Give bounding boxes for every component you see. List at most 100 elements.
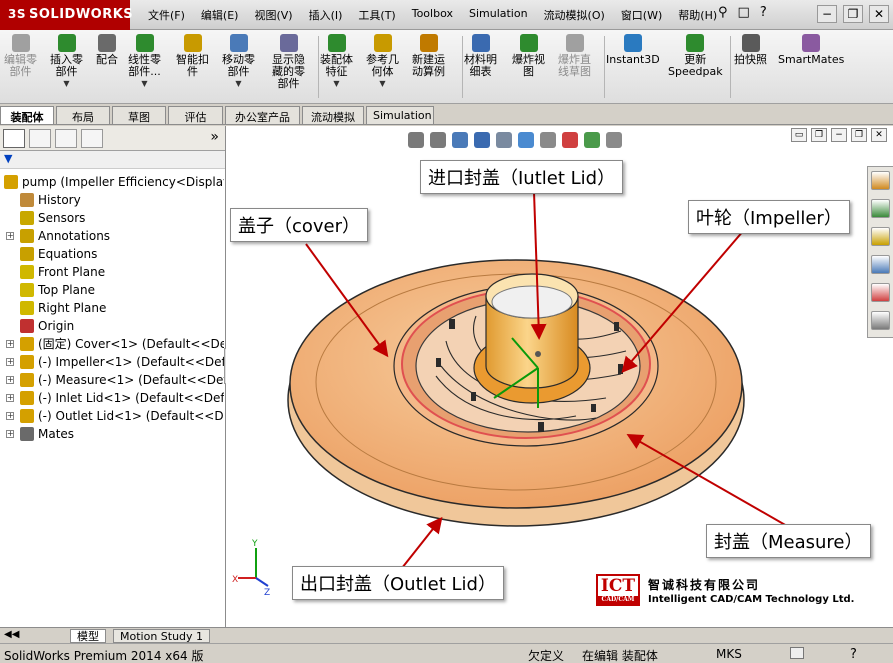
close-button[interactable]: ✕ xyxy=(869,5,889,23)
minimize-button[interactable]: − xyxy=(817,5,837,23)
tree-item[interactable]: Front Plane xyxy=(0,263,224,281)
tab-5[interactable]: 流动模拟 xyxy=(302,106,364,124)
help-icon[interactable]: ? xyxy=(760,5,767,20)
expand-icon[interactable]: + xyxy=(6,394,14,402)
restore-button[interactable]: ❐ xyxy=(843,5,863,23)
close-view-button[interactable]: ✕ xyxy=(871,128,887,142)
dropdown-arrow-icon[interactable]: ▼ xyxy=(320,78,353,90)
tree-item[interactable]: + (固定) Cover<1> (Default<<Default>_Displ xyxy=(0,335,224,353)
new-motion-study-button[interactable]: 新建运 动算例 xyxy=(412,34,445,78)
view-palette-icon[interactable] xyxy=(871,255,890,274)
show-hidden-button[interactable]: 显示隐 藏的零 部件 xyxy=(272,34,305,90)
view-settings-icon[interactable] xyxy=(606,132,622,148)
expand-icon[interactable]: + xyxy=(6,340,14,348)
zoom-to-fit-icon[interactable] xyxy=(408,132,424,148)
tree-item[interactable]: History xyxy=(0,191,224,209)
property-manager-tab-icon[interactable] xyxy=(29,129,51,148)
zoom-area-icon[interactable] xyxy=(430,132,446,148)
tree-item[interactable]: Top Plane xyxy=(0,281,224,299)
menu-toolbox[interactable]: Toolbox xyxy=(404,7,461,23)
solidworks-resources-icon[interactable] xyxy=(871,171,890,190)
menu-flow-simulation[interactable]: 流动模拟(O) xyxy=(536,7,613,23)
tree-item[interactable]: Right Plane xyxy=(0,299,224,317)
tab-4[interactable]: 办公室产品 xyxy=(225,106,300,124)
smart-fasteners-button[interactable]: 智能扣 件 xyxy=(176,34,209,78)
solidworks-logo[interactable]: 3S SOLIDWORKS xyxy=(0,0,133,30)
tree-item[interactable]: Origin xyxy=(0,317,224,335)
tab-2[interactable]: 草图 xyxy=(112,106,166,124)
tree-item[interactable]: + Annotations xyxy=(0,227,224,245)
reference-geometry-button[interactable]: 参考几 何体 ▼ xyxy=(366,34,399,90)
insert-component-button[interactable]: 插入零 部件 ▼ xyxy=(50,34,83,90)
hide-show-icon[interactable] xyxy=(540,132,556,148)
restore-view-button[interactable]: ❐ xyxy=(851,128,867,142)
pin-icon[interactable]: ⚲ xyxy=(718,5,728,20)
appearance-manager-tab-icon[interactable] xyxy=(81,129,103,148)
tab-0[interactable]: 装配体 xyxy=(0,106,54,124)
move-component-button[interactable]: 移动零 部件 ▼ xyxy=(222,34,255,90)
custom-properties-icon[interactable] xyxy=(871,311,890,330)
snapshot-button[interactable]: 拍快照 xyxy=(734,34,767,66)
expand-icon[interactable]: + xyxy=(6,232,14,240)
menu-view[interactable]: 视图(V) xyxy=(246,7,300,23)
expand-icon[interactable]: + xyxy=(6,412,14,420)
dropdown-arrow-icon[interactable]: ▼ xyxy=(366,78,399,90)
instant3d-button[interactable]: Instant3D xyxy=(606,34,660,66)
design-library-icon[interactable] xyxy=(871,199,890,218)
tree-filter[interactable]: ▼ xyxy=(0,151,225,169)
smartmates-button[interactable]: SmartMates xyxy=(778,34,844,66)
menu-file[interactable]: 文件(F) xyxy=(140,7,193,23)
tab-6[interactable]: Simulation xyxy=(366,106,434,124)
explode-line-sketch-button[interactable]: 爆炸直 线草图 xyxy=(558,34,591,78)
tree-item[interactable]: + Mates xyxy=(0,425,224,443)
menu-window[interactable]: 窗口(W) xyxy=(613,7,670,23)
edit-component-button[interactable]: 编辑零 部件 xyxy=(4,34,37,78)
split-view-icon[interactable]: ▭ xyxy=(791,128,807,142)
menu-tools[interactable]: 工具(T) xyxy=(350,7,403,23)
status-units[interactable]: MKS xyxy=(716,647,742,661)
expand-icon[interactable]: + xyxy=(6,358,14,366)
tree-item[interactable]: Equations xyxy=(0,245,224,263)
view-orientation-icon[interactable] xyxy=(496,132,512,148)
expand-icon[interactable]: + xyxy=(6,430,14,438)
menu-help[interactable]: 帮助(H) xyxy=(670,7,725,23)
dropdown-arrow-icon[interactable]: ▼ xyxy=(128,78,161,90)
tree-item[interactable]: Sensors xyxy=(0,209,224,227)
mate-button[interactable]: 配合 xyxy=(96,34,118,66)
bom-button[interactable]: 材料明 细表 xyxy=(464,34,497,78)
graphics-area[interactable]: ▭ ❐ − ❐ ✕ 进口封盖（Iutlet Lid） 叶轮（Impeller） 盖子（c… xyxy=(226,126,893,627)
rebuild-icon[interactable] xyxy=(790,647,804,659)
tree-item[interactable]: + (-) Inlet Lid<1> (Default<<Default>_Dis… xyxy=(0,389,224,407)
appearances-icon[interactable] xyxy=(871,283,890,302)
section-view-icon[interactable] xyxy=(474,132,490,148)
menu-simulation[interactable]: Simulation xyxy=(461,7,536,23)
new-doc-icon[interactable]: □ xyxy=(738,5,750,20)
tab-model[interactable]: 模型 xyxy=(70,629,106,643)
previous-view-icon[interactable] xyxy=(452,132,468,148)
dropdown-arrow-icon[interactable]: ▼ xyxy=(222,78,255,90)
speedpak-button[interactable]: 更新 Speedpak xyxy=(668,34,723,78)
scroll-left-icon[interactable]: ◀◀ xyxy=(4,629,19,640)
minimize-view-button[interactable]: − xyxy=(831,128,847,142)
tree-item[interactable]: + (-) Measure<1> (Default<<Default>_Displ… xyxy=(0,371,224,389)
file-explorer-icon[interactable] xyxy=(871,227,890,246)
feature-manager-tab-icon[interactable] xyxy=(3,129,25,148)
assembly-features-button[interactable]: 装配体 特征 ▼ xyxy=(320,34,353,90)
tree-item[interactable]: + (-) Outlet Lid<1> (Default<<Default>_Di… xyxy=(0,407,224,425)
linear-pattern-button[interactable]: 线性零 部件... ▼ xyxy=(128,34,161,90)
dropdown-arrow-icon[interactable]: ▼ xyxy=(50,78,83,90)
apply-scene-icon[interactable] xyxy=(584,132,600,148)
menu-edit[interactable]: 编辑(E) xyxy=(193,7,247,23)
help-status-icon[interactable]: ? xyxy=(850,647,857,662)
filter-icon[interactable]: ▼ xyxy=(4,152,12,165)
tab-3[interactable]: 评估 xyxy=(168,106,223,124)
tree-item[interactable]: + (-) Impeller<1> (Default<<Default>_Disp… xyxy=(0,353,224,371)
tab-1[interactable]: 布局 xyxy=(56,106,110,124)
exploded-view-button[interactable]: 爆炸视 图 xyxy=(512,34,545,78)
tab-motion-study-1[interactable]: Motion Study 1 xyxy=(113,629,211,643)
edit-appearance-icon[interactable] xyxy=(562,132,578,148)
display-style-icon[interactable] xyxy=(518,132,534,148)
tree-item[interactable]: pump (Impeller Efficiency<Display State-… xyxy=(0,173,224,191)
tile-view-icon[interactable]: ❐ xyxy=(811,128,827,142)
config-manager-tab-icon[interactable] xyxy=(55,129,77,148)
